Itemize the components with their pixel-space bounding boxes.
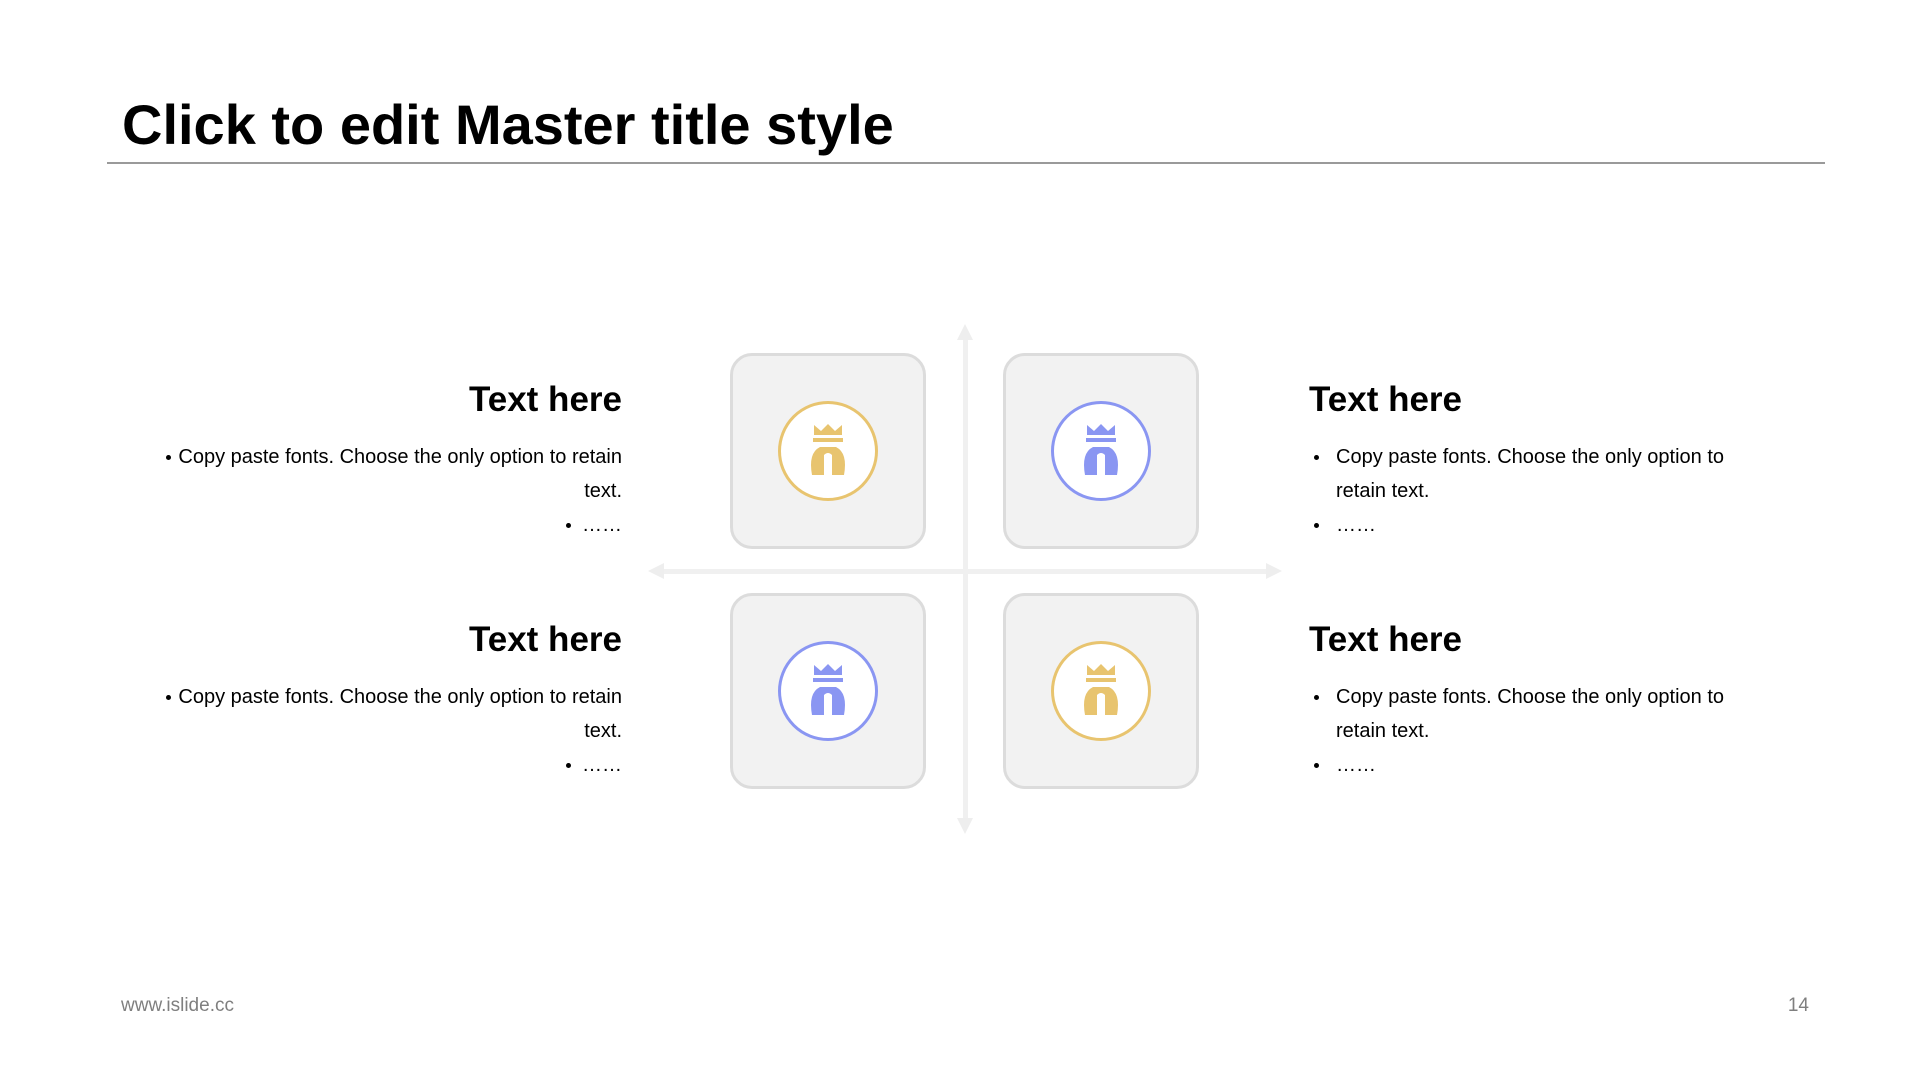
quadrant-tile-bottom-left[interactable] <box>730 593 926 789</box>
bullet-item[interactable]: Copy paste fonts. Choose the only option… <box>152 680 622 748</box>
bullet-item[interactable]: Copy paste fonts. Choose the only option… <box>1309 440 1779 508</box>
bullet-list: Copy paste fonts. Choose the only option… <box>152 680 622 782</box>
title-divider <box>107 162 1825 164</box>
text-block-bottom-right[interactable]: Text here Copy paste fonts. Choose the o… <box>1309 618 1779 782</box>
bullet-list: Copy paste fonts. Choose the only option… <box>152 440 622 542</box>
quadrant-heading[interactable]: Text here <box>152 618 622 662</box>
text-block-top-left[interactable]: Text here Copy paste fonts. Choose the o… <box>152 378 622 542</box>
quadrant-heading[interactable]: Text here <box>1309 378 1779 422</box>
arrow-down-icon <box>957 818 973 834</box>
bullet-item[interactable]: Copy paste fonts. Choose the only option… <box>152 440 622 508</box>
bullet-item[interactable]: …… <box>152 508 622 542</box>
icon-badge <box>1051 401 1151 501</box>
bullet-list: Copy paste fonts. Choose the only option… <box>1309 680 1779 782</box>
text-block-bottom-left[interactable]: Text here Copy paste fonts. Choose the o… <box>152 618 622 782</box>
king-icon <box>811 664 845 715</box>
bullet-item[interactable]: Copy paste fonts. Choose the only option… <box>1309 680 1779 748</box>
quadrant-heading[interactable]: Text here <box>1309 618 1779 662</box>
king-icon <box>1084 424 1118 475</box>
page-number: 14 <box>1787 995 1809 1016</box>
arrow-up-icon <box>957 324 973 340</box>
icon-badge <box>778 641 878 741</box>
king-icon <box>811 424 845 475</box>
icon-badge <box>778 401 878 501</box>
text-block-top-right[interactable]: Text here Copy paste fonts. Choose the o… <box>1309 378 1779 542</box>
bullet-list: Copy paste fonts. Choose the only option… <box>1309 440 1779 542</box>
quadrant-tile-bottom-right[interactable] <box>1003 593 1199 789</box>
arrow-left-icon <box>648 563 664 579</box>
bullet-item[interactable]: …… <box>152 748 622 782</box>
quadrant-tile-top-right[interactable] <box>1003 353 1199 549</box>
arrow-right-icon <box>1266 563 1282 579</box>
bullet-item[interactable]: …… <box>1309 508 1779 542</box>
bullet-item[interactable]: …… <box>1309 748 1779 782</box>
vertical-axis <box>963 340 968 820</box>
slide-title[interactable]: Click to edit Master title style <box>122 90 894 160</box>
king-icon <box>1084 664 1118 715</box>
footer-url: www.islide.cc <box>121 995 234 1016</box>
icon-badge <box>1051 641 1151 741</box>
quadrant-heading[interactable]: Text here <box>152 378 622 422</box>
quadrant-tile-top-left[interactable] <box>730 353 926 549</box>
